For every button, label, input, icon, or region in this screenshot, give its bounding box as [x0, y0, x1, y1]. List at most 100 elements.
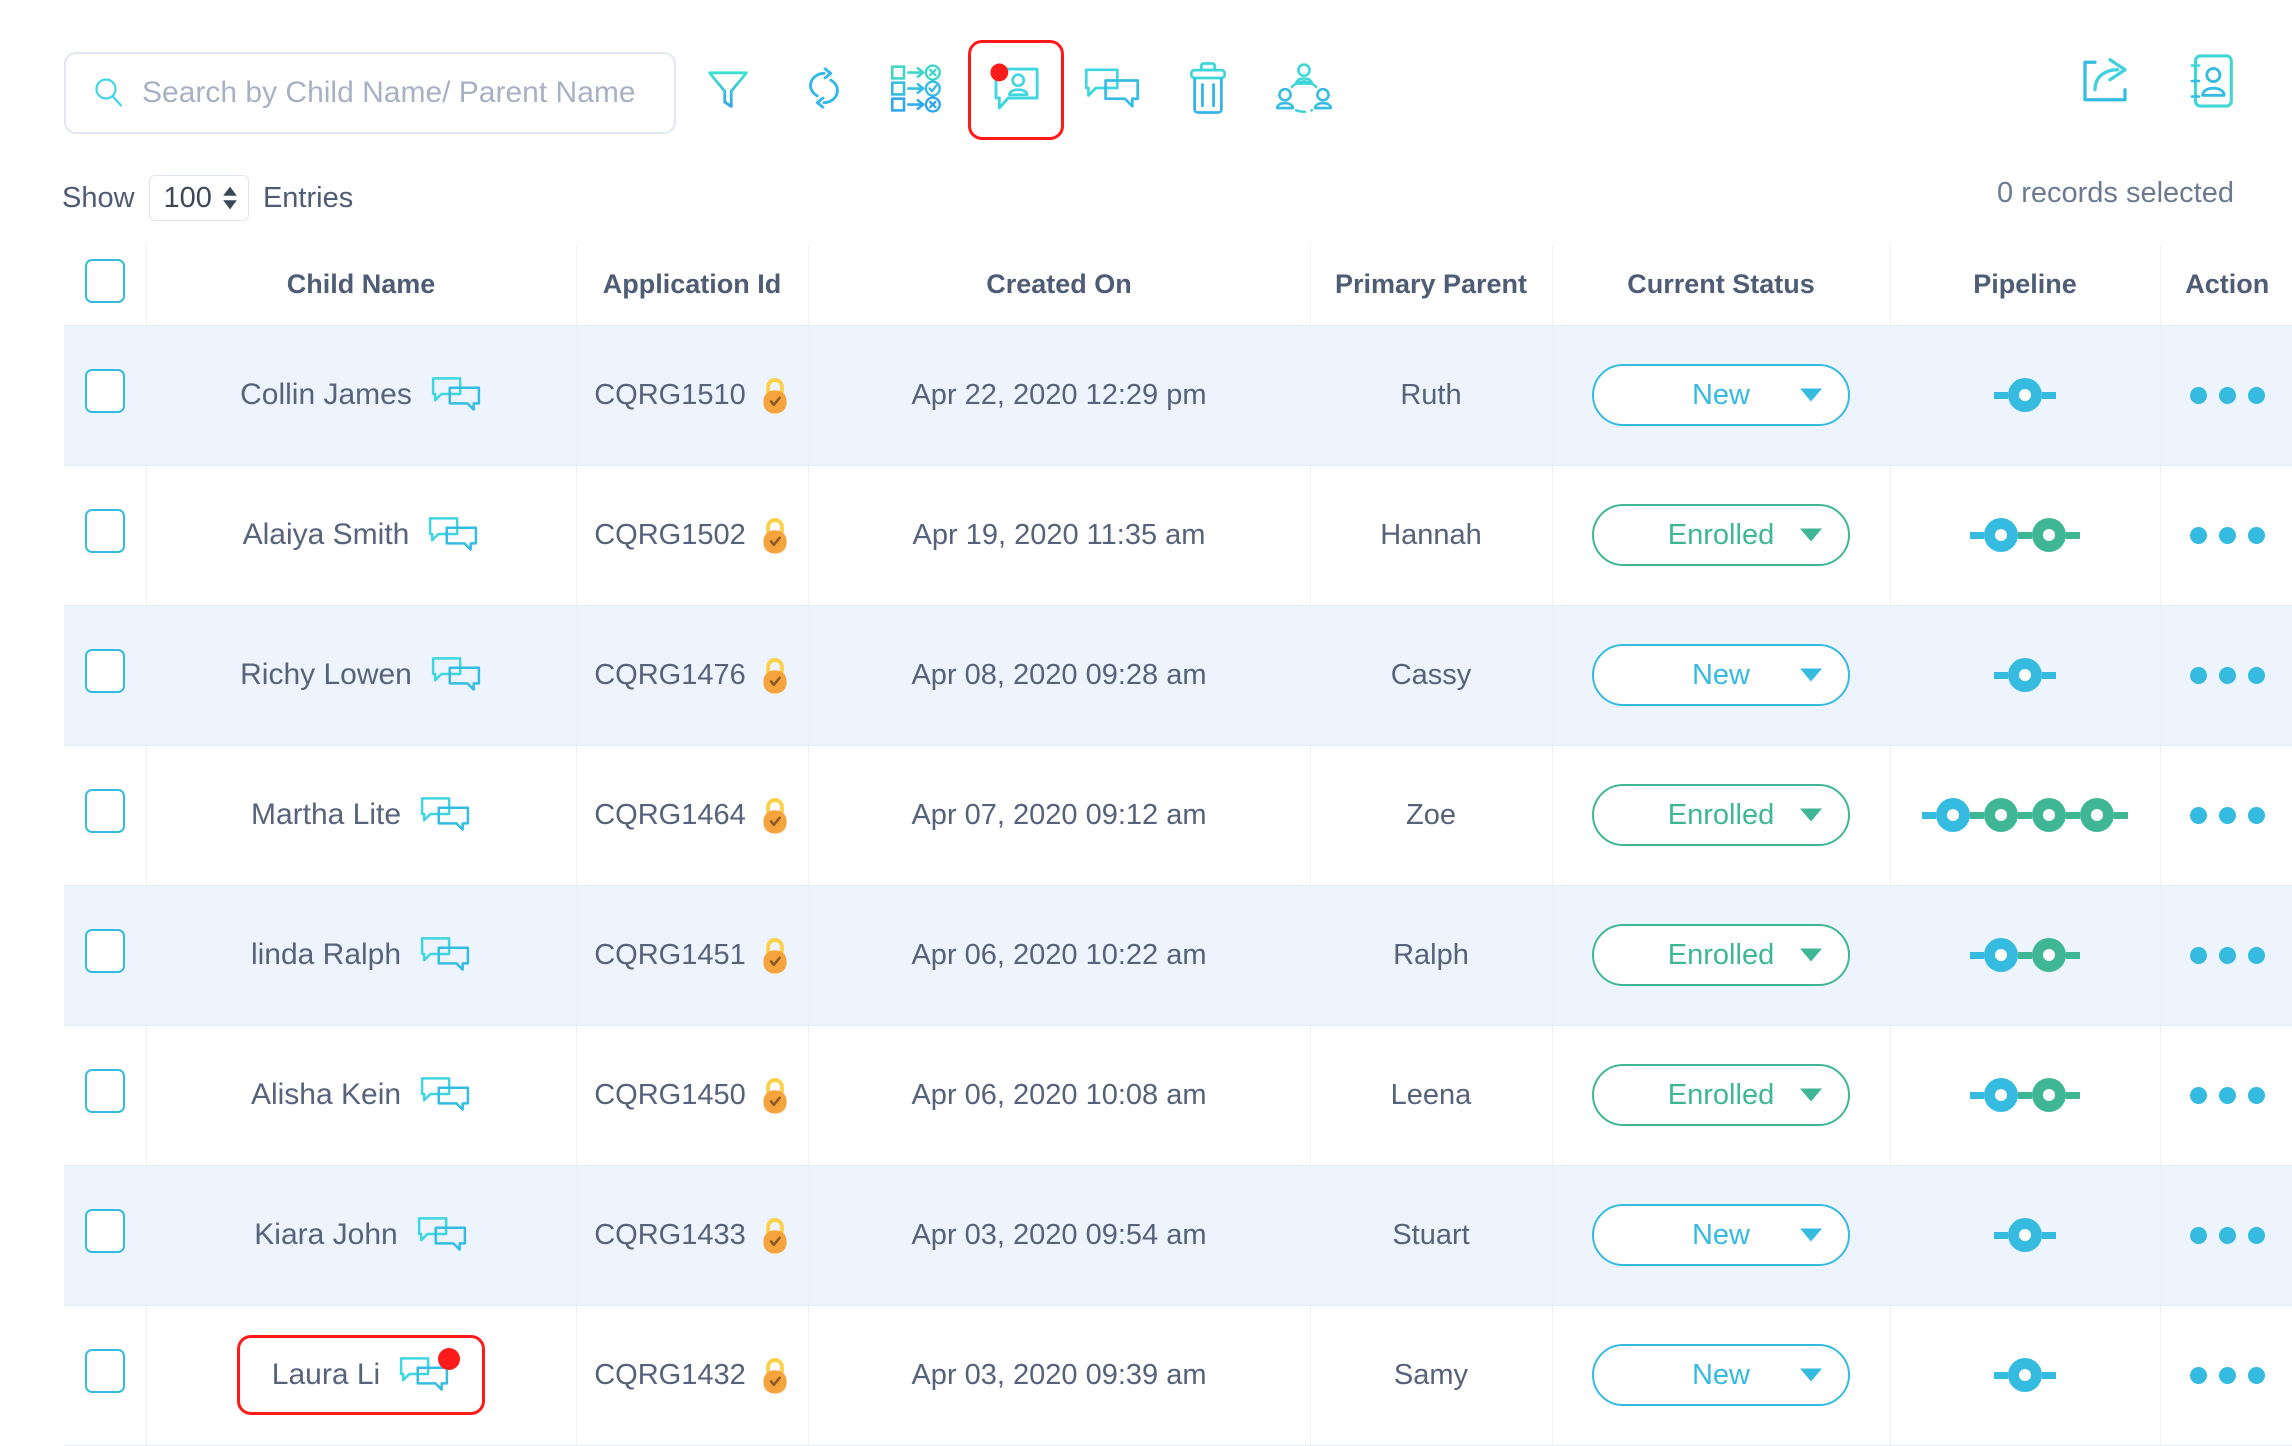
- row-checkbox[interactable]: [85, 649, 125, 693]
- status-dropdown[interactable]: New: [1592, 1204, 1850, 1266]
- status-label: Enrolled: [1668, 799, 1774, 832]
- search-box[interactable]: [64, 52, 676, 134]
- export-icon-button[interactable]: [2072, 50, 2138, 116]
- chevron-down-icon: [1800, 389, 1822, 402]
- column-header-primary-parent[interactable]: Primary Parent: [1310, 245, 1552, 325]
- message-parent-icon-button[interactable]: [968, 40, 1064, 140]
- trash-icon-button[interactable]: [1160, 40, 1256, 140]
- row-checkbox[interactable]: [85, 1209, 125, 1253]
- row-chat-icon[interactable]: [430, 374, 482, 416]
- pipeline-node[interactable]: [2032, 1078, 2066, 1112]
- pipeline-node[interactable]: [2008, 1358, 2042, 1392]
- status-dropdown[interactable]: Enrolled: [1592, 784, 1850, 846]
- entries-label: Entries: [263, 182, 353, 215]
- row-actions-menu-button[interactable]: [2162, 947, 2292, 964]
- row-select-cell: [64, 745, 146, 885]
- row-actions-menu-button[interactable]: [2162, 1227, 2292, 1244]
- table-row[interactable]: Alaiya SmithCQRG1502Apr 19, 2020 11:35 a…: [64, 465, 2292, 605]
- status-dropdown[interactable]: New: [1592, 644, 1850, 706]
- action-cell: [2160, 465, 2292, 605]
- pipeline-node[interactable]: [1984, 938, 2018, 972]
- pipeline-connector: [2018, 952, 2032, 959]
- row-chat-icon[interactable]: [430, 654, 482, 696]
- status-dropdown[interactable]: New: [1592, 1344, 1850, 1406]
- child-name-label: Alisha Kein: [251, 1078, 401, 1112]
- pipeline-node[interactable]: [2032, 518, 2066, 552]
- status-dropdown[interactable]: Enrolled: [1592, 924, 1850, 986]
- row-actions-menu-button[interactable]: [2162, 387, 2292, 404]
- table-row[interactable]: Richy LowenCQRG1476Apr 08, 2020 09:28 am…: [64, 605, 2292, 745]
- table-row[interactable]: linda RalphCQRG1451Apr 06, 2020 10:22 am…: [64, 885, 2292, 1025]
- contact-card-icon-button[interactable]: [2178, 50, 2244, 116]
- status-label: New: [1692, 659, 1750, 692]
- row-actions-menu-button[interactable]: [2162, 1087, 2292, 1104]
- bulk-status-icon-button[interactable]: [872, 40, 968, 140]
- pipeline-node[interactable]: [1936, 798, 1970, 832]
- pipeline-node[interactable]: [1984, 1078, 2018, 1112]
- row-checkbox[interactable]: [85, 509, 125, 553]
- table-row[interactable]: Kiara JohnCQRG1433Apr 03, 2020 09:54 amS…: [64, 1165, 2292, 1305]
- pipeline-connector: [1994, 392, 2008, 399]
- row-actions-menu-button[interactable]: [2162, 527, 2292, 544]
- assign-staff-icon-button[interactable]: [1256, 40, 1352, 140]
- table-row[interactable]: Alisha KeinCQRG1450Apr 06, 2020 10:08 am…: [64, 1025, 2292, 1165]
- pipeline-connector: [1970, 952, 1984, 959]
- primary-parent-cell: Stuart: [1310, 1165, 1552, 1305]
- current-status-cell: New: [1552, 605, 1890, 745]
- row-select-cell: [64, 605, 146, 745]
- pipeline-node[interactable]: [1984, 798, 2018, 832]
- records-selected-text: 0 records selected: [1997, 177, 2234, 210]
- current-status-cell: Enrolled: [1552, 465, 1890, 605]
- status-dropdown[interactable]: Enrolled: [1592, 1064, 1850, 1126]
- column-header-action[interactable]: Action: [2160, 245, 2292, 325]
- row-checkbox[interactable]: [85, 1349, 125, 1393]
- chat-icon-button[interactable]: [1064, 40, 1160, 140]
- primary-parent-cell: Samy: [1310, 1305, 1552, 1445]
- select-all-checkbox[interactable]: [85, 259, 125, 303]
- row-actions-menu-button[interactable]: [2162, 1367, 2292, 1384]
- pipeline-node[interactable]: [2032, 938, 2066, 972]
- child-name-cell: Laura Li: [146, 1305, 576, 1445]
- row-chat-icon[interactable]: [398, 1354, 450, 1396]
- column-header-created-on[interactable]: Created On: [808, 245, 1310, 325]
- table-row[interactable]: Collin JamesCQRG1510Apr 22, 2020 12:29 p…: [64, 325, 2292, 465]
- row-checkbox[interactable]: [85, 1069, 125, 1113]
- status-dropdown[interactable]: Enrolled: [1592, 504, 1850, 566]
- table-row[interactable]: Laura LiCQRG1432Apr 03, 2020 09:39 amSam…: [64, 1305, 2292, 1445]
- column-header-child-name[interactable]: Child Name: [146, 245, 576, 325]
- table-header-row: Child Name Application Id Created On Pri…: [64, 245, 2292, 325]
- application-id-label: CQRG1464: [594, 799, 746, 832]
- search-input[interactable]: [140, 75, 648, 111]
- status-label: Enrolled: [1668, 519, 1774, 552]
- row-actions-menu-button[interactable]: [2162, 807, 2292, 824]
- pipeline-node[interactable]: [2008, 378, 2042, 412]
- row-checkbox[interactable]: [85, 369, 125, 413]
- entries-count-select[interactable]: 100: [149, 175, 249, 221]
- column-header-current-status[interactable]: Current Status: [1552, 245, 1890, 325]
- action-cell: [2160, 1305, 2292, 1445]
- row-chat-icon[interactable]: [419, 934, 471, 976]
- row-checkbox[interactable]: [85, 929, 125, 973]
- row-chat-icon[interactable]: [427, 514, 479, 556]
- filter-icon-button[interactable]: [680, 40, 776, 140]
- refresh-icon: [797, 61, 851, 120]
- pipeline-node[interactable]: [2080, 798, 2114, 832]
- row-checkbox[interactable]: [85, 789, 125, 833]
- row-chat-icon[interactable]: [416, 1214, 468, 1256]
- child-name-highlight[interactable]: Laura Li: [237, 1335, 485, 1415]
- pipeline-node[interactable]: [2032, 798, 2066, 832]
- pipeline-node[interactable]: [1984, 518, 2018, 552]
- row-actions-menu-button[interactable]: [2162, 667, 2292, 684]
- row-chat-icon[interactable]: [419, 1074, 471, 1116]
- lock-verified-icon: [760, 935, 790, 975]
- pipeline-connector: [2042, 1232, 2056, 1239]
- row-chat-icon[interactable]: [419, 794, 471, 836]
- column-header-pipeline[interactable]: Pipeline: [1890, 245, 2160, 325]
- column-header-application-id[interactable]: Application Id: [576, 245, 808, 325]
- pipeline-node[interactable]: [2008, 1218, 2042, 1252]
- current-status-cell: New: [1552, 1305, 1890, 1445]
- table-row[interactable]: Martha LiteCQRG1464Apr 07, 2020 09:12 am…: [64, 745, 2292, 885]
- pipeline-node[interactable]: [2008, 658, 2042, 692]
- refresh-icon-button[interactable]: [776, 40, 872, 140]
- status-dropdown[interactable]: New: [1592, 364, 1850, 426]
